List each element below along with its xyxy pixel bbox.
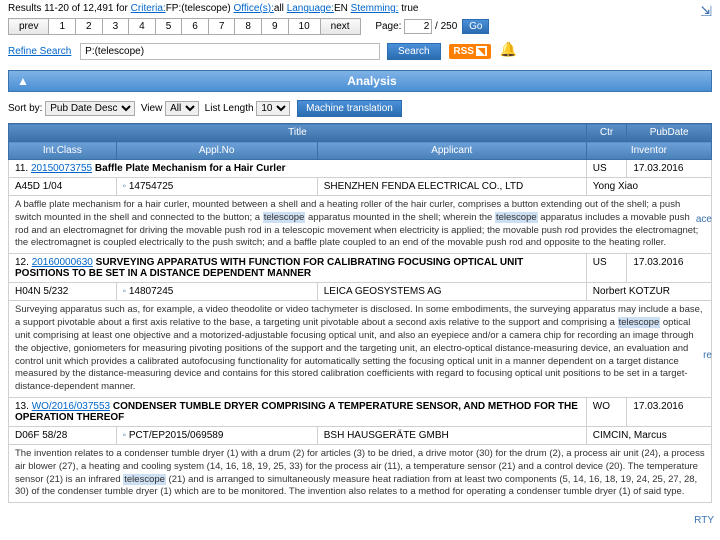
result-intclass: H04N 5/232 [9, 283, 117, 301]
pager-page[interactable]: 5 [155, 19, 182, 35]
pager-prev[interactable]: prev [9, 19, 49, 35]
result-intclass: A45D 1/04 [9, 178, 117, 196]
result-abstract: A baffle plate mechanism for a hair curl… [9, 196, 712, 254]
result-applno: ◦ PCT/EP2015/069589 [116, 426, 317, 444]
rss-button[interactable]: RSS◥ [449, 44, 490, 59]
result-ctr: US [586, 254, 627, 283]
rss-icon: ◥ [476, 46, 487, 56]
analysis-title: Analysis [41, 74, 703, 88]
result-title-row: 11. 20150073755 Baffle Plate Mechanism f… [9, 160, 712, 178]
ghost-text: RTY [694, 515, 714, 526]
col-inventor: Inventor [586, 142, 711, 160]
result-abstract-row: Surveying apparatus such as, for example… [9, 301, 712, 398]
result-applicant: BSH HAUSGERÄTE GMBH [317, 426, 586, 444]
result-ctr: WO [586, 397, 627, 426]
col-title: Title [9, 124, 587, 142]
result-meta-row: H04N 5/232◦ 14807245LEICA GEOSYSTEMS AGN… [9, 283, 712, 301]
result-inventor: CIMCIN, Marcus [586, 426, 711, 444]
result-meta-row: D06F 58/28◦ PCT/EP2015/069589BSH HAUSGER… [9, 426, 712, 444]
col-applicant: Applicant [317, 142, 586, 160]
result-applno: ◦ 14754725 [116, 178, 317, 196]
highlight: telescope [263, 212, 306, 223]
pager-page[interactable]: 8 [235, 19, 262, 35]
pager-page[interactable]: 10 [288, 19, 320, 35]
result-ctr: US [586, 160, 627, 178]
col-applno: Appl.No [116, 142, 317, 160]
pager-page[interactable]: 6 [182, 19, 209, 35]
result-applicant: LEICA GEOSYSTEMS AG [317, 283, 586, 301]
result-meta-row: A45D 1/04◦ 14754725SHENZHEN FENDA ELECTR… [9, 178, 712, 196]
search-button[interactable]: Search [387, 43, 441, 60]
offices-link[interactable]: Office(s): [234, 3, 274, 14]
highlight: telescope [495, 212, 538, 223]
result-pubdate: 17.03.2016 [627, 254, 712, 283]
pager-page[interactable]: 3 [102, 19, 129, 35]
result-applno: ◦ 14807245 [116, 283, 317, 301]
result-abstract: Surveying apparatus such as, for example… [9, 301, 712, 398]
pager-page[interactable]: 4 [129, 19, 156, 35]
sort-by-select[interactable]: Pub Date Desc [45, 101, 135, 116]
result-intclass: D06F 58/28 [9, 426, 117, 444]
result-id-link[interactable]: 20160000630 [32, 257, 93, 268]
page-input[interactable] [404, 19, 432, 34]
stemming-link[interactable]: Stemming: [351, 3, 399, 14]
view-select[interactable]: All [165, 101, 199, 116]
criteria-link[interactable]: Criteria: [131, 3, 166, 14]
list-length-select[interactable]: 10 [256, 101, 290, 116]
result-id-link[interactable]: 20150073755 [31, 163, 92, 174]
col-intclass: Int.Class [9, 142, 117, 160]
pager-page[interactable]: 1 [49, 19, 76, 35]
col-pubdate: PubDate [627, 124, 712, 142]
result-abstract: The invention relates to a condenser tum… [9, 444, 712, 502]
result-inventor: Yong Xiao [586, 178, 711, 196]
result-applicant: SHENZHEN FENDA ELECTRICAL CO., LTD [317, 178, 586, 196]
result-pubdate: 17.03.2016 [627, 397, 712, 426]
result-abstract-row: The invention relates to a condenser tum… [9, 444, 712, 502]
result-pubdate: 17.03.2016 [627, 160, 712, 178]
results-summary: Results 11-20 of 12,491 for Criteria:FP:… [0, 0, 720, 16]
refine-search-link[interactable]: Refine Search [8, 46, 71, 57]
result-id-link[interactable]: WO/2016/037553 [32, 401, 110, 412]
result-title: Baffle Plate Mechanism for a Hair Curler [95, 163, 286, 174]
page-jump: Page: / 250 Go [375, 19, 489, 34]
pager: prev12345678910next [8, 18, 361, 35]
pager-page[interactable]: 7 [208, 19, 235, 35]
results-table: Title Ctr PubDate Int.Class Appl.No Appl… [8, 123, 712, 503]
highlight: telescope [618, 317, 661, 328]
result-title-row: 13. WO/2016/037553 CONDENSER TUMBLE DRYE… [9, 397, 712, 426]
analysis-collapse-icon[interactable]: ▲ [17, 74, 41, 88]
language-link[interactable]: Language: [287, 3, 334, 14]
pager-page[interactable]: 9 [261, 19, 288, 35]
export-icon[interactable]: ⇲ [700, 3, 712, 20]
pager-next[interactable]: next [320, 19, 360, 35]
pager-row: prev12345678910next Page: / 250 Go [0, 16, 720, 39]
machine-translation-button[interactable]: Machine translation [297, 100, 402, 117]
go-button[interactable]: Go [462, 19, 489, 34]
pager-page[interactable]: 2 [76, 19, 103, 35]
alert-icon[interactable]: 🔔 [500, 41, 517, 57]
highlight: telescope [123, 474, 166, 485]
refine-input[interactable] [80, 43, 380, 60]
result-inventor: Norbert KOTZUR [586, 283, 711, 301]
refine-row: Refine Search Search RSS◥ 🔔 [0, 39, 720, 66]
result-title-row: 12. 20160000630 SURVEYING APPARATUS WITH… [9, 254, 712, 283]
result-abstract-row: A baffle plate mechanism for a hair curl… [9, 196, 712, 254]
col-ctr: Ctr [586, 124, 627, 142]
sort-row: Sort by: Pub Date Desc View All List Len… [0, 98, 720, 123]
analysis-bar: ▲ Analysis [8, 70, 712, 92]
